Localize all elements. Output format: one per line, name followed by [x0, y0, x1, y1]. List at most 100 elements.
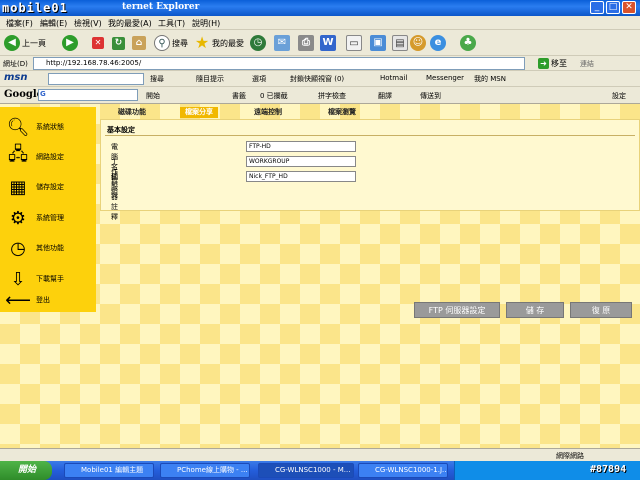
send-to-button[interactable]: 傳送到: [420, 91, 441, 101]
computer-name-input[interactable]: [246, 141, 356, 152]
forward-button[interactable]: ▶: [62, 34, 78, 52]
sidebar-item-label: 其他功能: [36, 244, 64, 252]
blocked-count[interactable]: 0 已攔截: [260, 91, 288, 101]
taskbar-item-cg-active[interactable]: CG-WLNSC1000 - M...: [258, 463, 354, 478]
workgroup-input[interactable]: [246, 156, 356, 167]
bookmarks-button[interactable]: 書籤: [232, 91, 246, 101]
server-comment-input[interactable]: [246, 171, 356, 182]
close-button[interactable]: ✕: [622, 1, 636, 14]
contacts-button[interactable]: ☺: [410, 34, 426, 52]
refresh-button[interactable]: ↻: [112, 34, 125, 52]
sidebar-item-network[interactable]: 🖧 網路設定: [0, 143, 96, 171]
sidebar-item-label: 登出: [36, 296, 50, 304]
sidebar-item-label: 儲存設定: [36, 183, 64, 191]
go-label: 移至: [551, 59, 567, 68]
research-button[interactable]: ▤: [392, 34, 408, 52]
menu-view[interactable]: 檢視(V): [74, 18, 102, 29]
msn-search-input[interactable]: [48, 73, 144, 85]
tab-disk[interactable]: 磁碟功能: [100, 107, 164, 118]
sidebar-item-label: 網路設定: [36, 153, 64, 161]
watermark: #87894: [590, 464, 627, 475]
minimize-button[interactable]: _: [590, 1, 604, 14]
mail-button[interactable]: ✉: [274, 34, 290, 52]
refresh-icon: ↻: [112, 36, 125, 50]
google-search-input[interactable]: [38, 89, 138, 101]
messenger-toolbar-button[interactable]: ▣: [370, 34, 386, 52]
messenger-button[interactable]: ♣: [460, 34, 476, 52]
forward-arrow-icon: ▶: [62, 35, 78, 51]
menu-file[interactable]: 檔案(F): [6, 18, 33, 29]
search-label: 搜尋: [172, 38, 188, 48]
taskbar-item-pchome[interactable]: PChome線上購物 - ...: [160, 463, 250, 478]
discuss-button[interactable]: ▭: [346, 34, 362, 52]
taskbar-item-mobile01[interactable]: Mobile01 編輯主題: [64, 463, 154, 478]
start-button[interactable]: 開始: [0, 461, 52, 480]
maximize-button[interactable]: □: [606, 1, 620, 14]
tab-remote-control[interactable]: 遠端控制: [236, 107, 300, 118]
mail-icon: ✉: [274, 35, 290, 51]
my-msn-button[interactable]: 我的 MSN: [474, 74, 506, 84]
sidebar-item-system-status[interactable]: 🔍︎ 系統狀態: [0, 113, 96, 141]
ie-button[interactable]: e: [430, 34, 446, 52]
favorites-button[interactable]: ★ 我的最愛: [194, 34, 244, 52]
spellcheck-button[interactable]: 拼字檢查: [318, 91, 346, 101]
go-arrow-icon: ➜: [538, 58, 549, 69]
home-button[interactable]: ⌂: [132, 34, 146, 52]
go-button[interactable]: ➜ 移至: [538, 58, 567, 69]
msn-search-button[interactable]: 搜尋: [150, 74, 164, 84]
window-title: ternet Explorer: [122, 2, 200, 12]
taskbar: 開始 Mobile01 編輯主題 PChome線上購物 - ... CG-WLN…: [0, 461, 640, 480]
page-content: 🔍︎ 系統狀態 🖧 網路設定 ▦ 儲存設定 ⚙ 系統管理 ◷ 其他功能 ⇩ 下載…: [0, 104, 640, 448]
menu-bar: 檔案(F) 編輯(E) 檢視(V) 我的最愛(A) 工具(T) 說明(H): [0, 16, 640, 30]
buddy-icon: ♣: [460, 35, 476, 51]
storage-icon: ▦: [9, 176, 27, 198]
back-arrow-icon: ◀: [4, 35, 20, 51]
search-icon: ⚲: [154, 35, 170, 51]
menu-edit[interactable]: 編輯(E): [40, 18, 67, 29]
star-icon: ★: [194, 33, 210, 52]
history-button[interactable]: ◷: [250, 34, 266, 52]
msn-logo[interactable]: msn: [4, 72, 28, 83]
menu-favorites[interactable]: 我的最愛(A): [108, 18, 152, 29]
google-g-label: G: [40, 90, 46, 98]
ie-logo-icon: e: [430, 35, 446, 51]
popup-blocker-button[interactable]: 封鎖快顯視窗 (0): [290, 74, 344, 84]
home-icon: ⌂: [132, 36, 146, 50]
links-label[interactable]: 連結: [580, 59, 594, 69]
restore-button[interactable]: 復 原: [570, 302, 632, 318]
gears-icon: ⚙: [9, 207, 27, 229]
site-logo: mobile01: [2, 1, 68, 15]
stop-button[interactable]: ✕: [92, 34, 104, 52]
tab-file-sharing[interactable]: 檔案分享: [180, 107, 218, 118]
address-label: 網址(D): [3, 60, 28, 68]
save-button[interactable]: 儲 存: [506, 302, 564, 318]
edit-button[interactable]: W: [320, 34, 336, 52]
tab-file-browse[interactable]: 檔案瀏覽: [310, 107, 374, 118]
sidebar-item-other[interactable]: ◷ 其他功能: [0, 234, 96, 262]
section-divider: [105, 135, 635, 136]
translate-button[interactable]: 翻譯: [378, 91, 392, 101]
menu-help[interactable]: 說明(H): [192, 18, 220, 29]
title-bar: mobile01 ternet Explorer _ □ ✕: [0, 0, 640, 16]
search-button[interactable]: ⚲ 搜尋: [154, 34, 188, 52]
contacts-icon: ☺: [410, 35, 426, 51]
section-title: 基本設定: [107, 126, 135, 134]
address-input[interactable]: http://192.168.78.46:2005/: [33, 57, 525, 70]
history-icon: ◷: [250, 35, 266, 51]
hotmail-button[interactable]: Hotmail: [380, 74, 407, 82]
options-button[interactable]: 選項: [252, 74, 266, 84]
print-button[interactable]: ⎙: [298, 34, 314, 52]
back-button[interactable]: ◀ 上一頁: [4, 34, 46, 52]
menu-tools[interactable]: 工具(T): [158, 18, 185, 29]
google-settings-button[interactable]: 設定: [612, 91, 626, 101]
sidebar-item-system-admin[interactable]: ⚙ 系統管理: [0, 204, 96, 232]
taskbar-item-cg-jpg[interactable]: CG-WLNSC1000-1.J...: [358, 463, 448, 478]
popup-tips-button[interactable]: 隨目提示: [196, 74, 224, 84]
messenger-link[interactable]: Messenger: [426, 74, 464, 82]
sidebar-item-logout[interactable]: ⟵ 登出: [0, 289, 96, 311]
sidebar-item-storage[interactable]: ▦ 儲存設定: [0, 173, 96, 201]
status-bar: 網際網路: [0, 448, 640, 461]
ftp-settings-button[interactable]: FTP 伺服器設定: [414, 302, 500, 318]
google-start-button[interactable]: 開始: [146, 91, 160, 101]
stop-icon: ✕: [92, 37, 104, 49]
